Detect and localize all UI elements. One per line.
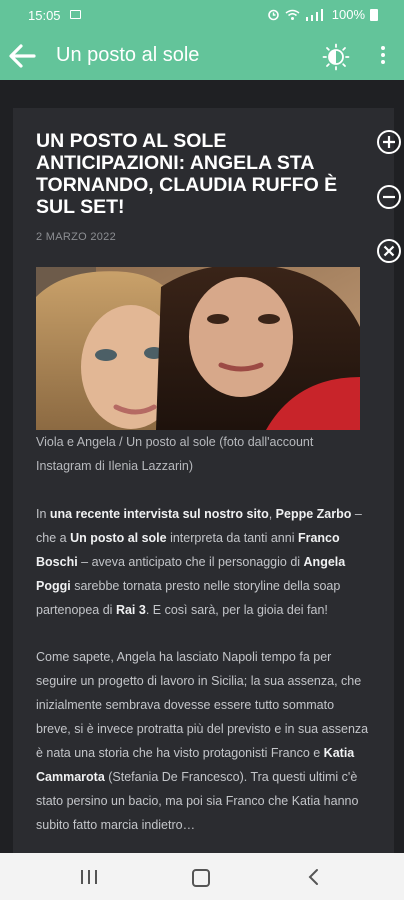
article-date: 2 MARZO 2022 [36, 231, 117, 243]
arrow-left-icon[interactable] [6, 40, 38, 72]
bold-text: Un posto al sole [70, 531, 167, 545]
recents-icon[interactable] [81, 870, 97, 884]
battery-icon [370, 8, 378, 21]
signal-icon [305, 8, 323, 21]
more-vert-icon[interactable] [373, 44, 393, 68]
article-paragraph-2: Come sapete, Angela ha lasciato Napoli t… [36, 645, 372, 837]
nav-back-icon[interactable] [306, 868, 322, 886]
bold-text: Peppe Zarbo [275, 507, 352, 521]
brightness-icon[interactable] [322, 43, 350, 71]
close-icon[interactable] [375, 237, 403, 265]
text-run: . E così sarà, per la gioia dei fan! [145, 603, 328, 617]
wifi-icon [285, 9, 300, 20]
zoom-out-icon[interactable] [375, 183, 403, 211]
status-bar: 15:05 100% [0, 0, 404, 32]
zoom-in-icon[interactable] [375, 128, 403, 156]
home-icon[interactable] [192, 869, 210, 887]
article-paragraph-1: In una recente intervista sul nostro sit… [36, 502, 372, 622]
battery-percent: 100% [331, 7, 365, 22]
app-bar: Un posto al sole [0, 32, 404, 80]
text-run: , [268, 507, 276, 521]
gallery-notification-icon [70, 10, 81, 19]
bold-text: una recente intervista sul nostro sito [49, 507, 269, 521]
status-time: 15:05 [28, 8, 61, 23]
bold-text: Rai 3 [115, 603, 146, 617]
article-card: UN POSTO AL SOLE ANTICIPAZIONI: ANGELA S… [13, 108, 394, 853]
article-photo [36, 267, 360, 430]
system-nav-bar [0, 853, 404, 900]
photo-caption: Viola e Angela / Un posto al sole (foto … [36, 435, 314, 473]
text-run: In [36, 507, 50, 521]
status-icons: 100% [267, 7, 378, 22]
text-run: – aveva anticipato che il personaggio di [77, 555, 304, 569]
text-run: Come sapete, Angela ha lasciato Napoli t… [36, 650, 369, 760]
text-run: interpreta da tanti anni [166, 531, 298, 545]
alarm-icon [267, 9, 279, 21]
app-title: Un posto al sole [56, 44, 200, 66]
article-headline: UN POSTO AL SOLE ANTICIPAZIONI: ANGELA S… [36, 130, 338, 218]
